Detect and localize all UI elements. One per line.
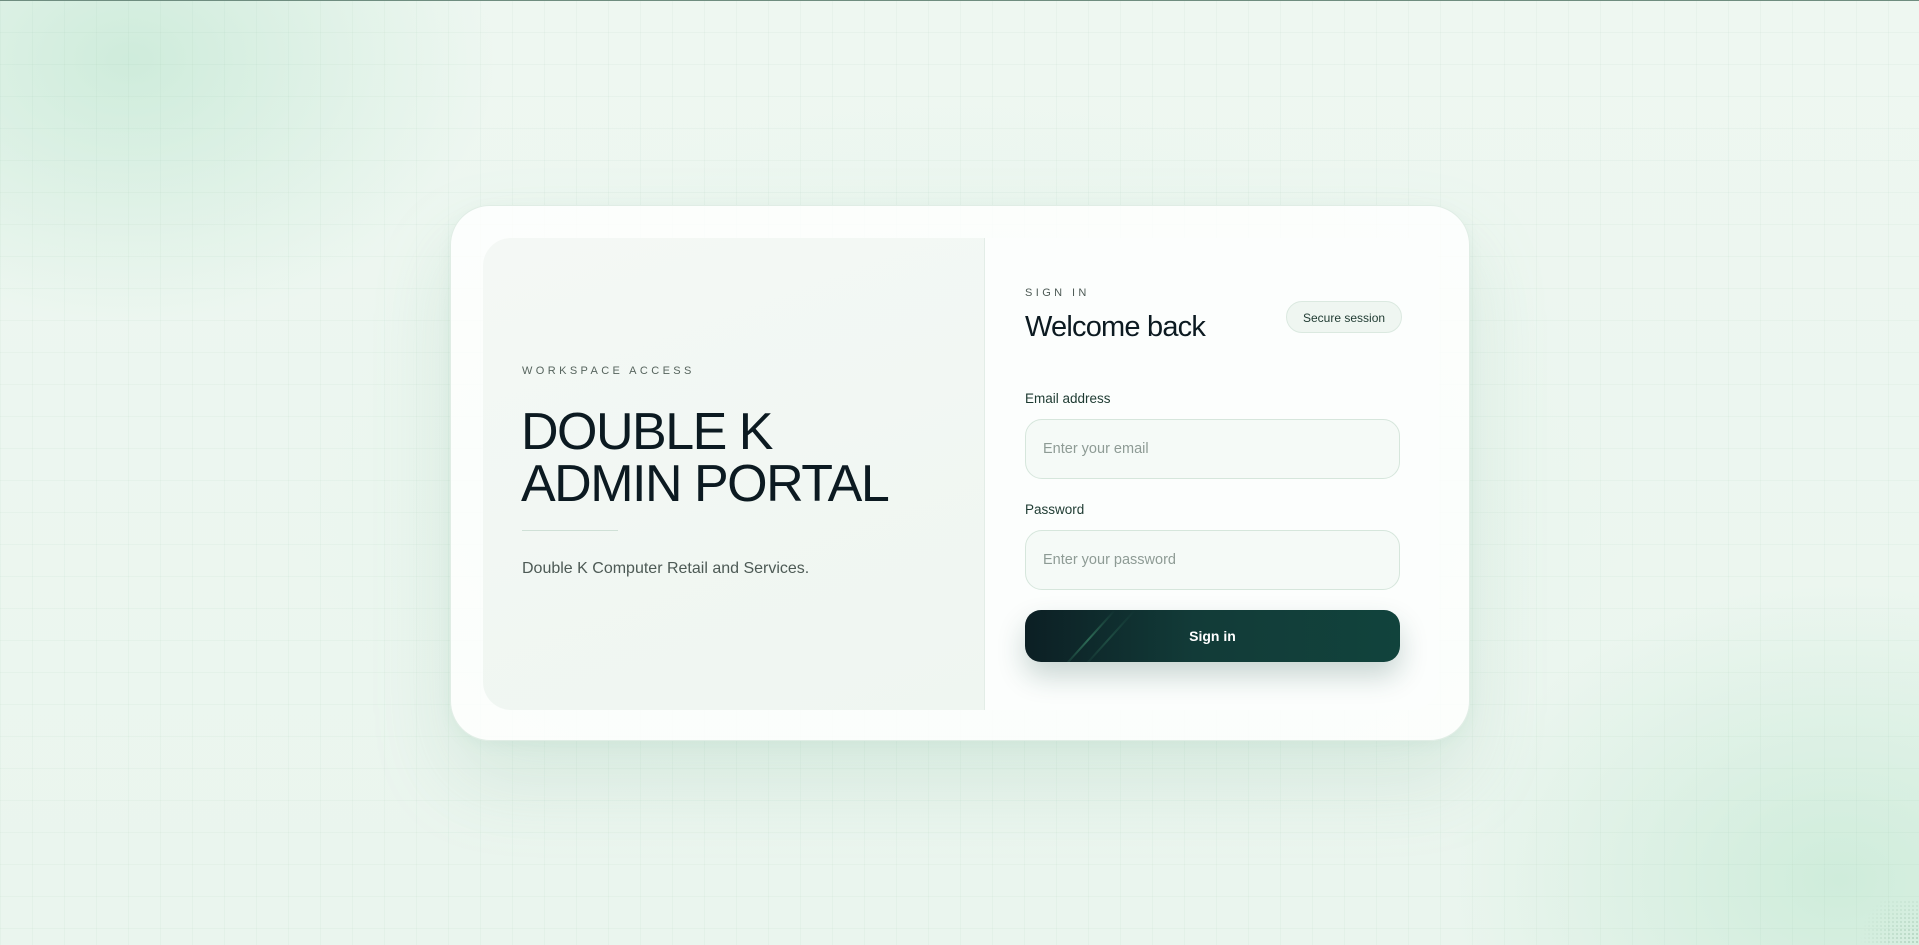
email-input[interactable] bbox=[1025, 419, 1400, 479]
portal-title: DOUBLE K ADMIN PORTAL bbox=[521, 403, 890, 513]
brand-panel: WORKSPACE ACCESS DOUBLE K ADMIN PORTAL D… bbox=[483, 238, 985, 710]
signin-eyebrow: SIGN IN bbox=[1025, 287, 1090, 299]
login-card: WORKSPACE ACCESS DOUBLE K ADMIN PORTAL D… bbox=[450, 205, 1470, 741]
button-light-streak bbox=[1060, 610, 1116, 662]
button-light-streak-secondary bbox=[1080, 610, 1136, 662]
welcome-heading: Welcome back bbox=[1025, 311, 1206, 343]
workspace-eyebrow: WORKSPACE ACCESS bbox=[522, 365, 695, 377]
sign-in-button-label: Sign in bbox=[1189, 628, 1236, 644]
corner-dot-pattern bbox=[1859, 900, 1919, 945]
title-divider bbox=[522, 530, 618, 531]
password-input[interactable] bbox=[1025, 530, 1400, 590]
login-card-inner: WORKSPACE ACCESS DOUBLE K ADMIN PORTAL D… bbox=[483, 238, 1439, 710]
company-tagline: Double K Computer Retail and Services. bbox=[522, 560, 810, 577]
password-label: Password bbox=[1025, 502, 1085, 517]
portal-title-line-1: DOUBLE K bbox=[521, 403, 773, 461]
sign-in-button[interactable]: Sign in bbox=[1025, 610, 1400, 662]
email-label: Email address bbox=[1025, 391, 1111, 406]
secure-session-badge: Secure session bbox=[1286, 301, 1403, 333]
signin-panel: SIGN IN Welcome back Secure session Emai… bbox=[985, 238, 1439, 710]
portal-title-line-2: ADMIN PORTAL bbox=[521, 455, 890, 513]
top-border-line bbox=[0, 0, 1919, 1]
